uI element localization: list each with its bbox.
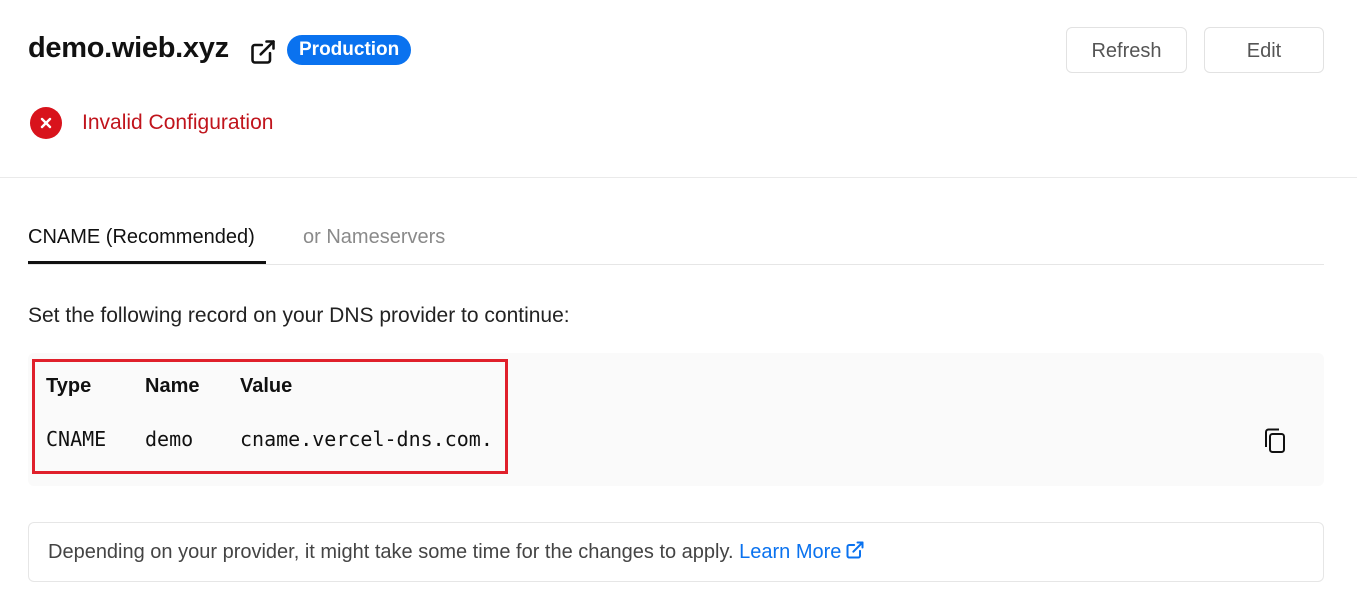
dns-record-table: Type Name Value CNAME demo cname.vercel-… <box>28 353 1324 486</box>
instructions-text: Set the following record on your DNS pro… <box>28 304 570 327</box>
header-type: Type <box>46 375 92 397</box>
header-name: Name <box>145 375 200 397</box>
external-link-icon <box>845 540 865 560</box>
external-link-icon[interactable] <box>249 38 277 66</box>
record-type: CNAME <box>46 427 107 451</box>
edit-button[interactable]: Edit <box>1204 27 1324 73</box>
active-tab-indicator <box>28 261 266 264</box>
note-text: Depending on your provider, it might tak… <box>48 541 740 563</box>
record-name: demo <box>145 427 194 451</box>
tab-cname[interactable]: CNAME (Recommended) <box>28 226 255 249</box>
section-divider <box>0 177 1357 178</box>
environment-badge: Production <box>287 35 412 65</box>
tab-nameservers[interactable]: or Nameservers <box>303 226 445 249</box>
refresh-button[interactable]: Refresh <box>1066 27 1187 73</box>
record-type-tabs: CNAME (Recommended) or Nameservers <box>28 222 1324 265</box>
status-text: Invalid Configuration <box>82 111 274 134</box>
note-text-container: Depending on your provider, it might tak… <box>48 540 865 564</box>
learn-more-label: Learn More <box>739 541 842 563</box>
header-value: Value <box>240 375 293 397</box>
domain-title: demo.wieb.xyz <box>28 32 229 64</box>
propagation-note: Depending on your provider, it might tak… <box>28 522 1324 582</box>
record-value: cname.vercel-dns.com. <box>240 427 493 451</box>
domain-header: demo.wieb.xyz Production Refresh Edit <box>28 27 1324 76</box>
x-circle-icon <box>30 107 62 139</box>
domain-config-page: demo.wieb.xyz Production Refresh Edit In… <box>0 0 1357 610</box>
copy-icon[interactable] <box>1262 427 1288 455</box>
learn-more-link[interactable]: Learn More <box>739 541 865 563</box>
